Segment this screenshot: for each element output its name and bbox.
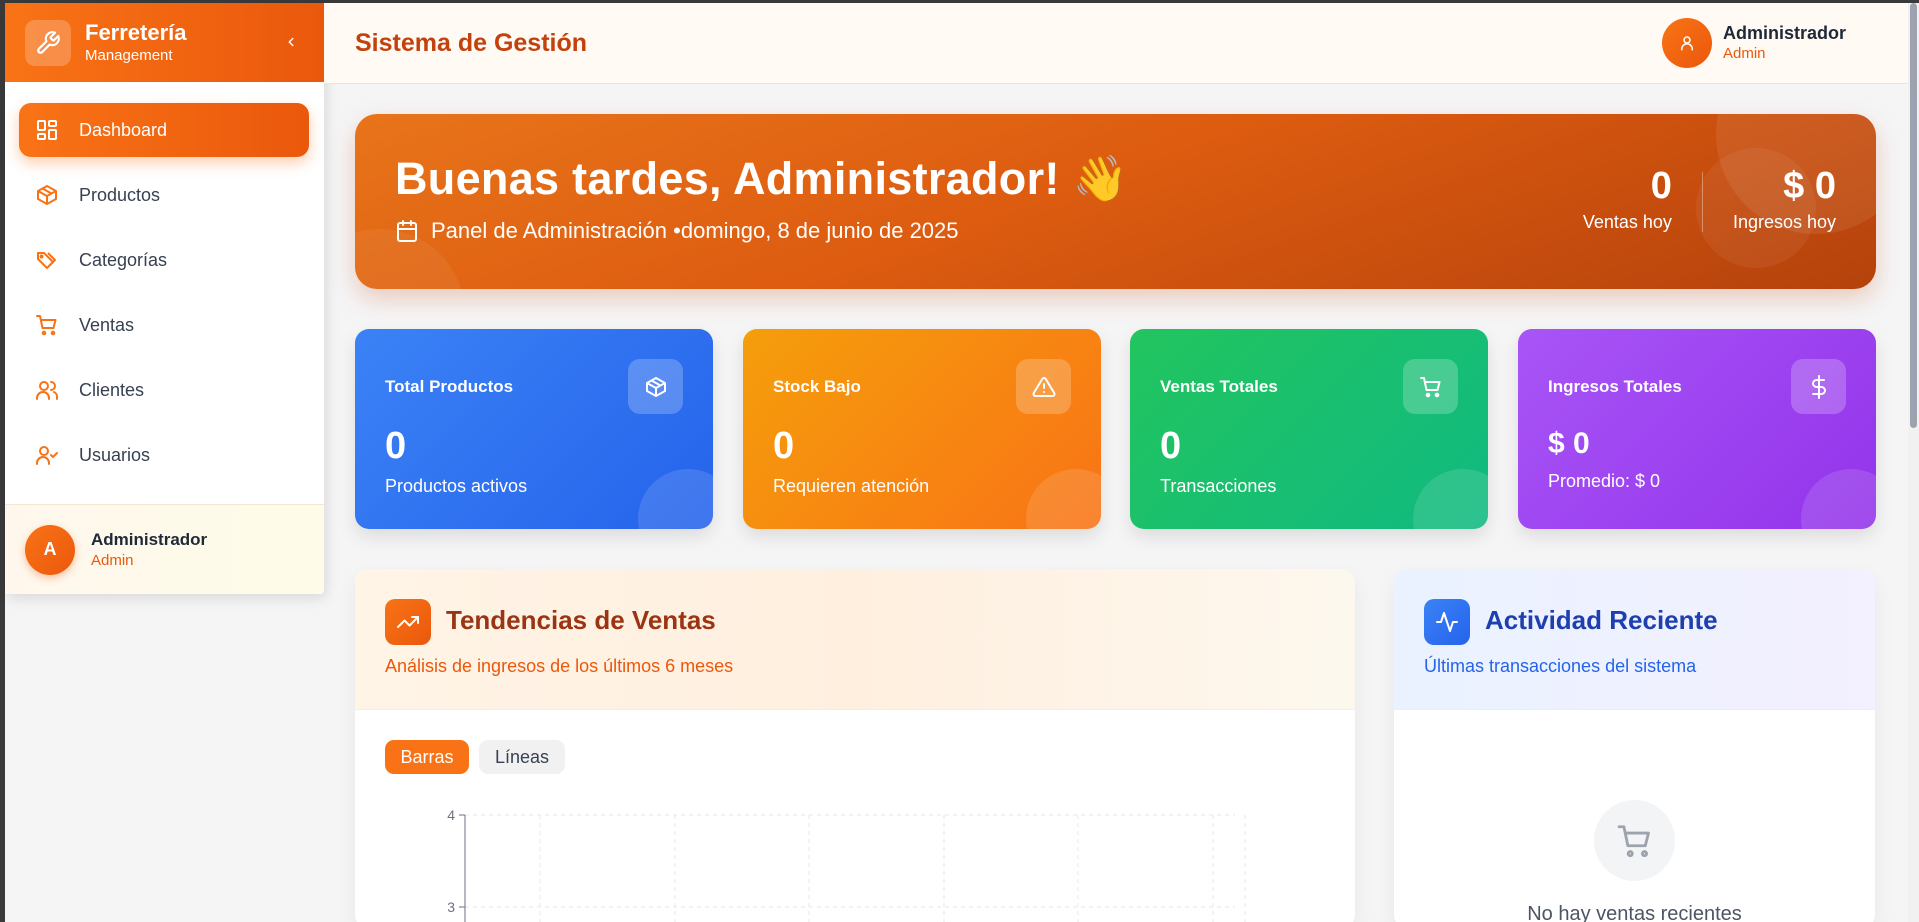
avatar: A [25,524,75,575]
empty-state-text: No hay ventas recientes [1527,903,1742,922]
sidebar-item-productos[interactable]: Productos [19,168,309,222]
card-description: Promedio: $ 0 [1548,471,1661,491]
chart-grid [465,814,1246,922]
tag-icon [34,247,60,273]
trending-up-icon [385,599,431,645]
panel-title: Tendencias de Ventas [446,605,716,635]
page-title: Sistema de Gestión [355,28,588,57]
stat-card-total-productos[interactable]: Total Productos 0 Productos activos [355,329,713,529]
sidebar-item-clientes[interactable]: Clientes [19,363,309,417]
user-icon [1680,36,1693,51]
card-title: Total Productos [385,377,514,396]
cart-icon [1403,359,1458,414]
scrollbar[interactable] [1908,3,1919,922]
stat-card-stock-bajo[interactable]: Stock Bajo 0 Requieren atención [743,329,1101,529]
card-value: 0 [773,425,795,467]
card-description: Transacciones [1160,476,1277,496]
card-description: Productos activos [385,476,528,496]
brand-name: Ferretería [85,19,187,45]
divider [1701,172,1703,232]
y-tick-label: 3 [447,899,455,915]
decorative-circle [1801,469,1876,529]
card-value: 0 [385,425,407,467]
hero-stat-value: 0 [1650,165,1672,207]
user-check-icon [34,442,60,468]
card-value: 0 [1160,425,1182,467]
hero-stat-sales: 0 Ventas hoy [1583,166,1672,233]
sidebar-item-dashboard[interactable]: Dashboard [19,103,309,157]
recent-activity-panel: Actividad Reciente Últimas transacciones… [1394,569,1875,922]
user-menu[interactable]: Administrador Admin [1661,18,1846,68]
avatar [1661,18,1712,68]
y-tick-label: 4 [447,810,455,823]
panel-subtitle: Últimas transacciones del sistema [1424,656,1697,676]
calendar-icon [395,219,419,243]
hero-stat-income: $ 0 Ingresos hoy [1733,166,1836,233]
chevron-left-icon [288,37,294,47]
decorative-circle [1413,469,1488,529]
sidebar-item-usuarios[interactable]: Usuarios [19,428,309,482]
hero-stat-label: Ingresos hoy [1732,212,1836,232]
hero-stat-value: $ 0 [1783,165,1836,207]
panel-subtitle: Análisis de ingresos de los últimos 6 me… [385,656,734,676]
card-description: Requieren atención [773,476,930,496]
box-icon [34,182,60,208]
top-header: Sistema de Gestión Administrador Admin [324,3,1908,84]
stat-card-ingresos-totales[interactable]: Ingresos Totales $ 0 Promedio: $ 0 [1518,329,1876,529]
collapse-sidebar-button[interactable] [280,31,302,53]
panel-header: Actividad Reciente Últimas transacciones… [1394,569,1875,710]
sidebar-item-ventas[interactable]: Ventas [19,298,309,352]
sidebar-user[interactable]: A Administrador Admin [5,504,324,594]
sidebar-user-role: Admin [91,551,134,569]
welcome-banner: Buenas tardes, Administrador! 👋 Panel de… [355,114,1876,289]
sidebar-nav: Dashboard Productos Categorías Ventas Cl… [5,82,324,482]
scrollbar-thumb[interactable] [1910,3,1917,428]
card-title: Stock Bajo [773,377,861,396]
greeting-subtitle: Panel de Administración •domingo, 8 de j… [395,218,959,244]
decorative-circle [1026,469,1101,529]
hero-stats: 0 Ventas hoy $ 0 Ingresos hoy [1583,166,1836,233]
warning-icon [1016,359,1071,414]
decorative-circle [638,469,713,529]
users-icon [34,377,60,403]
hero-stat-label: Ventas hoy [1582,212,1672,232]
brand: Ferretería Management [5,3,324,82]
box-icon [628,359,683,414]
card-value: $ 0 [1548,427,1590,460]
sidebar-item-categorias[interactable]: Categorías [19,233,309,287]
sidebar-user-name: Administrador [91,529,208,549]
dollar-icon [1791,359,1846,414]
wrench-icon [25,19,71,66]
sidebar-item-label: Productos [79,184,161,205]
sidebar-item-label: Clientes [79,379,145,400]
dashboard-icon [34,117,60,143]
sidebar-item-label: Dashboard [79,119,168,140]
chart-type-lines-button[interactable]: Líneas [479,740,565,774]
greeting-subtitle-text: Panel de Administración •domingo, 8 de j… [431,218,959,243]
sales-trends-panel: Tendencias de Ventas Análisis de ingreso… [355,569,1355,922]
sales-chart: 4 3 [447,810,1246,922]
brand-subtitle: Management [85,46,173,64]
header-user-role: Admin [1722,45,1766,62]
panel-header: Tendencias de Ventas Análisis de ingreso… [355,569,1355,710]
header-user-name: Administrador [1722,23,1846,43]
panel-title: Actividad Reciente [1485,605,1718,635]
card-title: Ingresos Totales [1548,377,1682,396]
cart-icon [1594,800,1675,881]
chart-type-bars-button[interactable]: Barras [385,740,469,774]
sidebar: Ferretería Management Dashboard Producto… [5,3,324,594]
sidebar-item-label: Usuarios [79,444,151,465]
card-title: Ventas Totales [1160,377,1278,396]
activity-icon [1424,599,1470,645]
stat-card-ventas-totales[interactable]: Ventas Totales 0 Transacciones [1130,329,1488,529]
sidebar-item-label: Ventas [79,314,135,335]
cart-icon [34,312,60,338]
greeting: Buenas tardes, Administrador! 👋 [395,153,1129,204]
sidebar-item-label: Categorías [79,249,168,270]
